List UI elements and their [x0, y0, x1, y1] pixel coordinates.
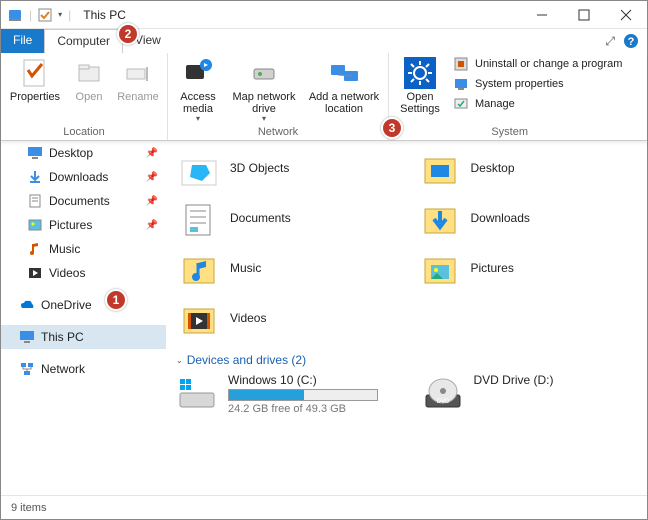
network-icon: [19, 361, 35, 377]
map-drive-icon: [248, 57, 280, 89]
downloads-folder-icon: [419, 197, 461, 239]
nav-onedrive[interactable]: OneDrive: [1, 293, 166, 317]
folder-desktop[interactable]: Desktop: [417, 145, 638, 191]
annotation-badge-1: 1: [105, 289, 127, 311]
nav-pictures[interactable]: Pictures📌: [1, 213, 166, 237]
3d-objects-icon: [178, 147, 220, 189]
map-network-drive-button[interactable]: Map network drive ▾: [228, 55, 300, 124]
properties-button[interactable]: Properties: [7, 55, 63, 103]
qat-sep: |: [29, 8, 32, 22]
ribbon: Properties Open Rename Location: [1, 53, 647, 141]
annotation-badge-2: 2: [117, 23, 139, 45]
dropdown-icon: ▾: [196, 115, 200, 124]
access-media-button[interactable]: Access media ▾: [174, 55, 222, 124]
svg-text:DVD: DVD: [436, 399, 449, 405]
folder-downloads[interactable]: Downloads: [417, 195, 638, 241]
group-label-location: Location: [7, 126, 161, 140]
ribbon-collapse-icon[interactable]: ⤢: [605, 34, 615, 49]
nav-network[interactable]: Network: [1, 357, 166, 381]
settings-icon: [404, 57, 436, 89]
add-location-icon: [328, 57, 360, 89]
videos-icon: [27, 265, 43, 281]
dropdown-icon: ▾: [262, 115, 266, 124]
svg-text:?: ?: [628, 36, 635, 48]
pin-icon: 📌: [146, 196, 158, 207]
navigation-pane: Desktop📌 Downloads📌 Documents📌 Pictures📌…: [1, 141, 166, 495]
drive-c-free: 24.2 GB free of 49.3 GB: [228, 403, 392, 415]
open-icon: [73, 57, 105, 89]
annotation-badge-3: 3: [381, 117, 403, 139]
devices-section-header[interactable]: ⌄ Devices and drives (2): [176, 353, 637, 367]
folder-music[interactable]: Music: [176, 245, 397, 291]
drive-d-name: DVD Drive (D:): [474, 373, 638, 387]
documents-folder-icon: [178, 197, 220, 239]
pin-icon: 📌: [146, 172, 158, 183]
qat-checkbox-icon[interactable]: [38, 8, 52, 22]
ribbon-group-network: Access media ▾ Map network drive ▾ Add a…: [168, 53, 389, 140]
tab-computer[interactable]: Computer: [44, 29, 123, 53]
nav-documents[interactable]: Documents📌: [1, 189, 166, 213]
system-properties-button[interactable]: System properties: [451, 75, 624, 93]
group-label-system: System: [395, 126, 624, 140]
folder-documents[interactable]: Documents: [176, 195, 397, 241]
music-folder-icon: [178, 247, 220, 289]
folder-pictures[interactable]: Pictures: [417, 245, 638, 291]
desktop-folder-icon: [419, 147, 461, 189]
ribbon-group-system: Open Settings Uninstall or change a prog…: [389, 53, 630, 140]
open-button[interactable]: Open: [69, 55, 109, 103]
app-icon: [7, 7, 23, 23]
qat-dropdown-icon[interactable]: ▾: [58, 10, 62, 19]
manage-icon: [453, 96, 469, 112]
rename-icon: [122, 57, 154, 89]
drive-c[interactable]: Windows 10 (C:) 24.2 GB free of 49.3 GB: [176, 373, 392, 415]
onedrive-icon: [19, 297, 35, 313]
status-bar: 9 items: [1, 495, 647, 519]
help-icon[interactable]: ?: [623, 33, 639, 49]
minimize-button[interactable]: [521, 1, 563, 29]
item-count: 9 items: [11, 502, 46, 514]
open-settings-button[interactable]: Open Settings: [395, 55, 445, 115]
nav-videos[interactable]: Videos: [1, 261, 166, 285]
content-pane: 3D Objects Desktop Documents Downloads M…: [166, 141, 647, 495]
ribbon-tabs: File Computer View ⤢ ?: [1, 29, 647, 53]
drive-c-usage-bar: [228, 389, 378, 401]
music-icon: [27, 241, 43, 257]
nav-music[interactable]: Music: [1, 237, 166, 261]
desktop-icon: [27, 145, 43, 161]
collapse-icon: ⌄: [176, 356, 183, 365]
uninstall-program-button[interactable]: Uninstall or change a program: [451, 55, 624, 73]
qat-sep2: |: [68, 8, 71, 22]
rename-button[interactable]: Rename: [115, 55, 161, 103]
pictures-icon: [27, 217, 43, 233]
properties-icon: [19, 57, 51, 89]
manage-button[interactable]: Manage: [451, 95, 624, 113]
access-media-icon: [182, 57, 214, 89]
ribbon-group-location: Properties Open Rename Location: [1, 53, 168, 140]
nav-desktop[interactable]: Desktop📌: [1, 141, 166, 165]
dvd-drive-icon: DVD: [422, 373, 464, 415]
window-title: This PC: [77, 8, 126, 22]
drive-d[interactable]: DVD DVD Drive (D:): [422, 373, 638, 415]
maximize-button[interactable]: [563, 1, 605, 29]
folder-3d-objects[interactable]: 3D Objects: [176, 145, 397, 191]
pin-icon: 📌: [146, 220, 158, 231]
nav-downloads[interactable]: Downloads📌: [1, 165, 166, 189]
close-button[interactable]: [605, 1, 647, 29]
pictures-folder-icon: [419, 247, 461, 289]
tab-file[interactable]: File: [1, 29, 44, 53]
pin-icon: 📌: [146, 148, 158, 159]
videos-folder-icon: [178, 297, 220, 339]
nav-this-pc[interactable]: This PC: [1, 325, 166, 349]
add-network-location-button[interactable]: Add a network location: [306, 55, 382, 115]
folder-videos[interactable]: Videos: [176, 295, 397, 341]
this-pc-icon: [19, 329, 35, 345]
downloads-icon: [27, 169, 43, 185]
drive-c-icon: [176, 373, 218, 415]
uninstall-icon: [453, 56, 469, 72]
title-bar: | ▾ | This PC: [1, 1, 647, 29]
system-properties-icon: [453, 76, 469, 92]
group-label-network: Network: [174, 126, 382, 140]
drive-c-name: Windows 10 (C:): [228, 373, 392, 387]
documents-icon: [27, 193, 43, 209]
